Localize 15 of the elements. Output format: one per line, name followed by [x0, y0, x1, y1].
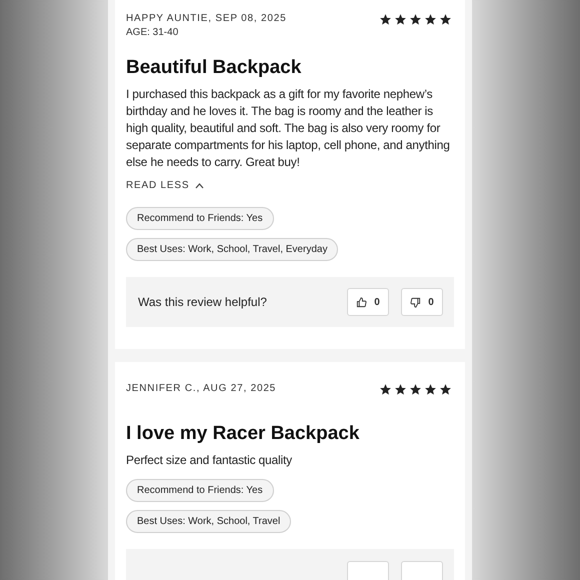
reviewer-age: AGE: 31-40 — [126, 26, 180, 40]
review-title: Beautiful Backpack — [126, 56, 302, 80]
review-text: Perfect size and fantastic quality — [126, 452, 293, 469]
review-author: HAPPY AUNTIE, SEP 08, 2025 — [126, 12, 287, 26]
helpful-yes-button[interactable]: 0 — [347, 288, 389, 316]
review-text: I purchased this backpack as a gift for my favorite nephew’s birthday and he loves it. The bag is roomy and the leather is high quality, beautiful and soft. The bag is also very roomy for separate compartments for his laptop, cell phone, and anything else he needs to carry. Great buy! — [126, 86, 451, 171]
review-tag: Recommend to Friends: Yes — [126, 479, 274, 502]
review-tag: Best Uses: Work, School, Travel, Everyday — [126, 238, 338, 261]
review-tag: Recommend to Friends: Yes — [126, 207, 274, 230]
read-less-toggle[interactable]: READ LESS — [126, 178, 204, 193]
helpful-no-button[interactable]: 0 — [401, 288, 443, 316]
helpful-question: Was this review helpful? — [138, 294, 267, 311]
review-tag: Best Uses: Work, School, Travel — [126, 510, 292, 533]
review-title: I love my Racer Backpack — [126, 422, 360, 446]
review-author: JENNIFER C., AUG 27, 2025 — [126, 382, 276, 396]
